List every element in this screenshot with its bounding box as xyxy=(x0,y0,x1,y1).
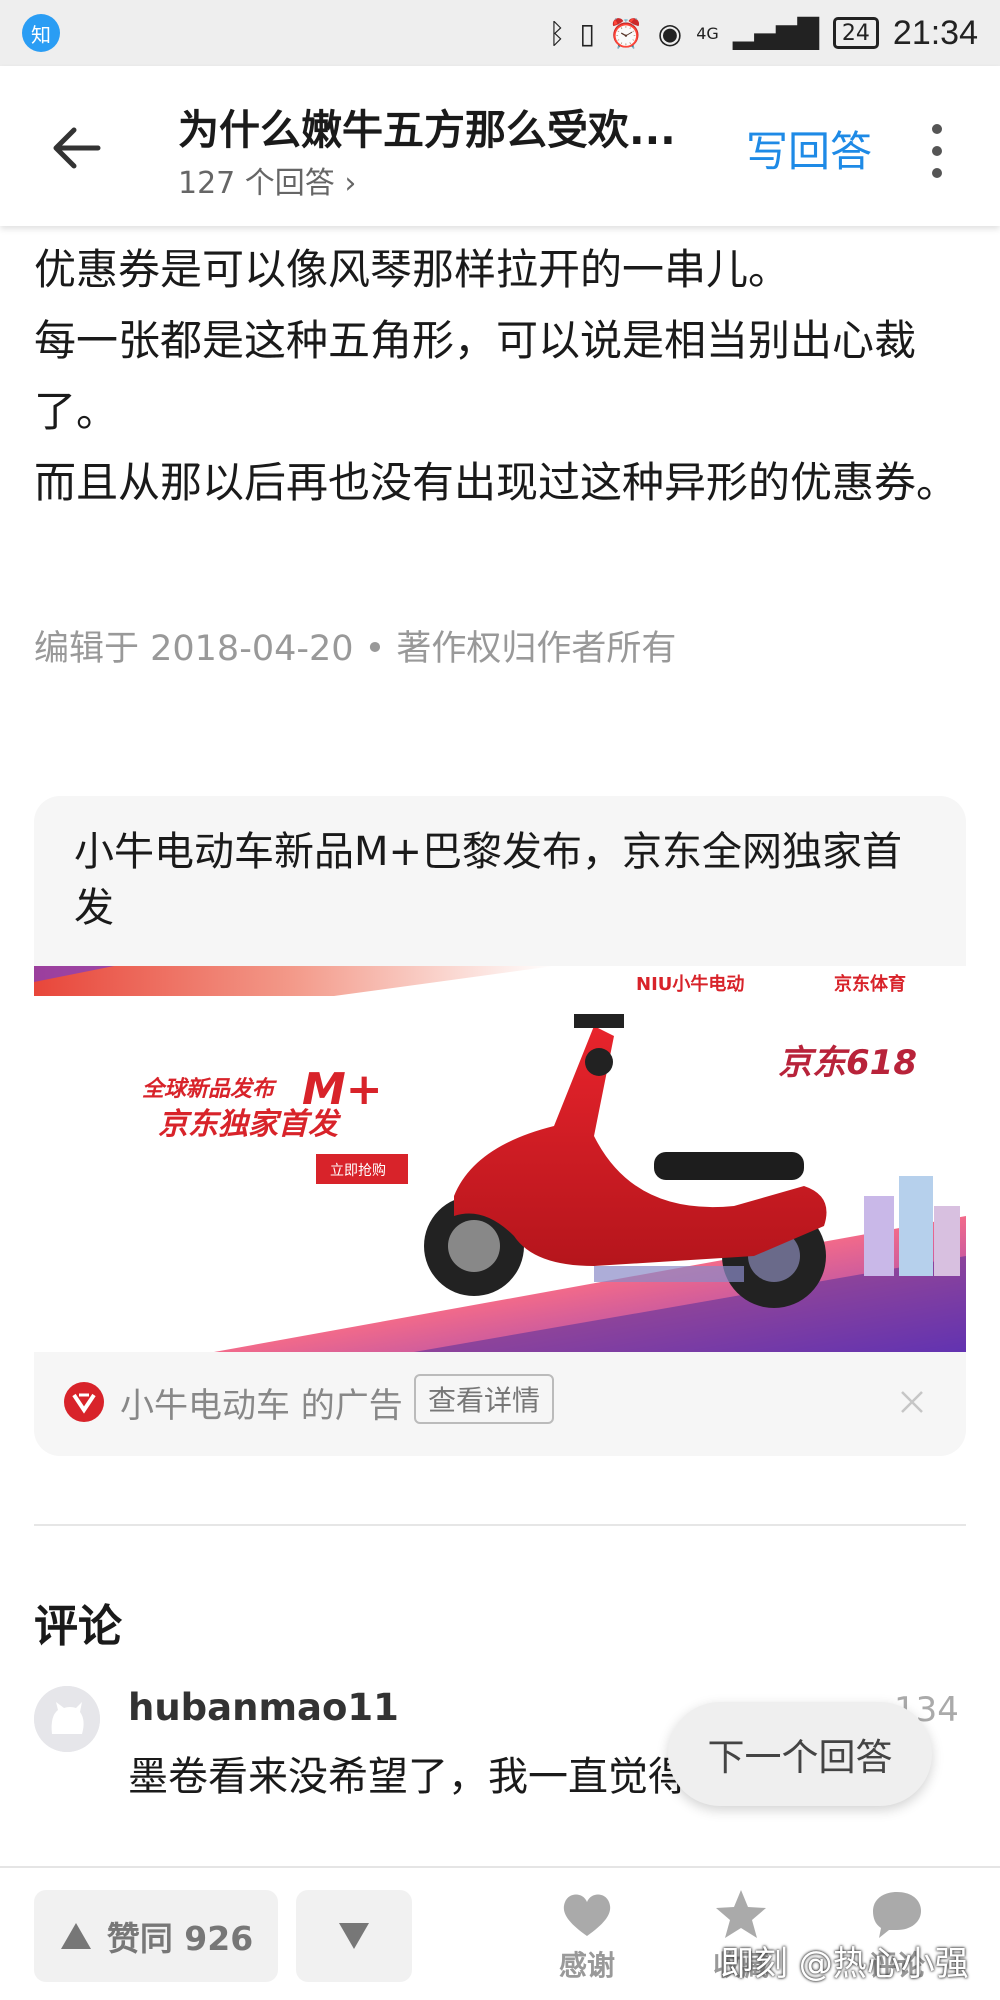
triangle-down-icon xyxy=(339,1923,369,1949)
triangle-up-icon xyxy=(60,1923,91,1949)
ad-banner-image[interactable]: NIU小牛电动 京东体育 全球新品发布 M+ 京东独家首发 立即抢购 京东618 xyxy=(34,966,966,1352)
network-label: 4G xyxy=(696,23,719,43)
banner-partner-text: 京东体育 xyxy=(834,973,906,995)
alarm-icon: ⏰ xyxy=(608,16,644,50)
battery-indicator: 24 xyxy=(832,17,879,49)
ad-card[interactable]: 小牛电动车新品M+巴黎发布，京东全网独家首发 NIU小牛电动 京东体育 全球新品… xyxy=(34,796,966,1456)
status-icons: ᛒ ▯ ⏰ ◉ 4G ▂▄▆█ 24 21:34 xyxy=(549,14,978,53)
comment-username[interactable]: hubanmao11 xyxy=(128,1686,399,1729)
eye-comfort-icon: ◉ xyxy=(657,16,683,50)
banner-brand-text: NIU小牛电动 xyxy=(636,973,744,995)
vibrate-icon: ▯ xyxy=(579,16,595,50)
answer-paragraph: 而且从那以后再也没有出现过这种异形的优惠券。 xyxy=(34,458,959,507)
question-title[interactable]: 为什么嫩牛五方那么受欢... xyxy=(178,96,718,156)
view-details-button[interactable]: 查看详情 xyxy=(414,1374,555,1424)
more-options-button[interactable] xyxy=(922,124,952,178)
next-answer-button[interactable]: 下一个回答 xyxy=(668,1702,932,1806)
more-dot xyxy=(932,146,942,156)
answer-paragraph: 优惠券是可以像风琴那样拉开的一串儿。 xyxy=(34,245,791,294)
upvote-label: 赞同 926 xyxy=(106,1919,254,1958)
write-answer-button[interactable]: 写回答 xyxy=(746,118,872,179)
comments-heading: 评论 xyxy=(34,1601,122,1652)
banner-headline2: 京东独家首发 xyxy=(158,1107,342,1142)
thanks-label: 感谢 xyxy=(558,1949,615,1982)
answer-count-link[interactable]: 127 个回答 › xyxy=(178,158,356,202)
ad-footer: 小牛电动车 的广告 查看详情 xyxy=(34,1352,966,1456)
status-bar: 知 ᛒ ▯ ⏰ ◉ 4G ▂▄▆█ 24 21:34 xyxy=(0,0,1000,66)
section-divider xyxy=(34,1524,966,1526)
avatar[interactable] xyxy=(34,1686,100,1752)
ad-sponsor-label: 小牛电动车 的广告 xyxy=(120,1386,403,1426)
star-icon xyxy=(716,1890,766,1938)
default-avatar-icon xyxy=(34,1686,100,1752)
bluetooth-icon: ᛒ xyxy=(548,16,566,50)
ad-close-button[interactable] xyxy=(892,1382,932,1422)
niu-logo-icon xyxy=(64,1382,104,1422)
edit-meta: 编辑于 2018-04-20 • 著作权归作者所有 xyxy=(34,629,677,669)
thanks-button[interactable]: 感谢 xyxy=(532,1888,642,1984)
banner-cta: 立即抢购 xyxy=(330,1162,386,1179)
banner-campaign: 京东618 xyxy=(778,1043,917,1083)
close-icon xyxy=(901,1391,923,1413)
answer-paragraph: 每一张都是这种五角形，可以说是相当别出心裁了。 xyxy=(34,316,917,436)
speech-bubble-icon xyxy=(873,1892,921,1938)
banner-headline1: 全球新品发布 xyxy=(142,1076,277,1102)
upvote-button[interactable]: 赞同 926 xyxy=(34,1890,278,1982)
arrow-left-icon xyxy=(53,127,101,169)
ad-title[interactable]: 小牛电动车新品M+巴黎发布，京东全网独家首发 xyxy=(74,824,934,936)
signal-icon: ▂▄▆█ xyxy=(732,16,819,50)
back-button[interactable] xyxy=(48,118,108,178)
more-dot xyxy=(932,168,942,178)
clock: 21:34 xyxy=(892,13,978,52)
downvote-button[interactable] xyxy=(296,1890,412,1982)
scooter-banner-graphic: NIU小牛电动 京东体育 全球新品发布 M+ 京东独家首发 立即抢购 京东618 xyxy=(34,966,966,1352)
heart-icon xyxy=(563,1894,611,1936)
watermark-text: 即刻 @热心小强 xyxy=(720,1944,969,1984)
more-dot xyxy=(932,124,942,134)
answer-body: 优惠券是可以像风琴那样拉开的一串儿。 每一张都是这种五角形，可以说是相当别出心裁… xyxy=(34,234,974,518)
zhihu-app-badge-icon: 知 xyxy=(22,14,60,52)
question-header: 为什么嫩牛五方那么受欢... 127 个回答 › 写回答 xyxy=(0,66,1000,226)
